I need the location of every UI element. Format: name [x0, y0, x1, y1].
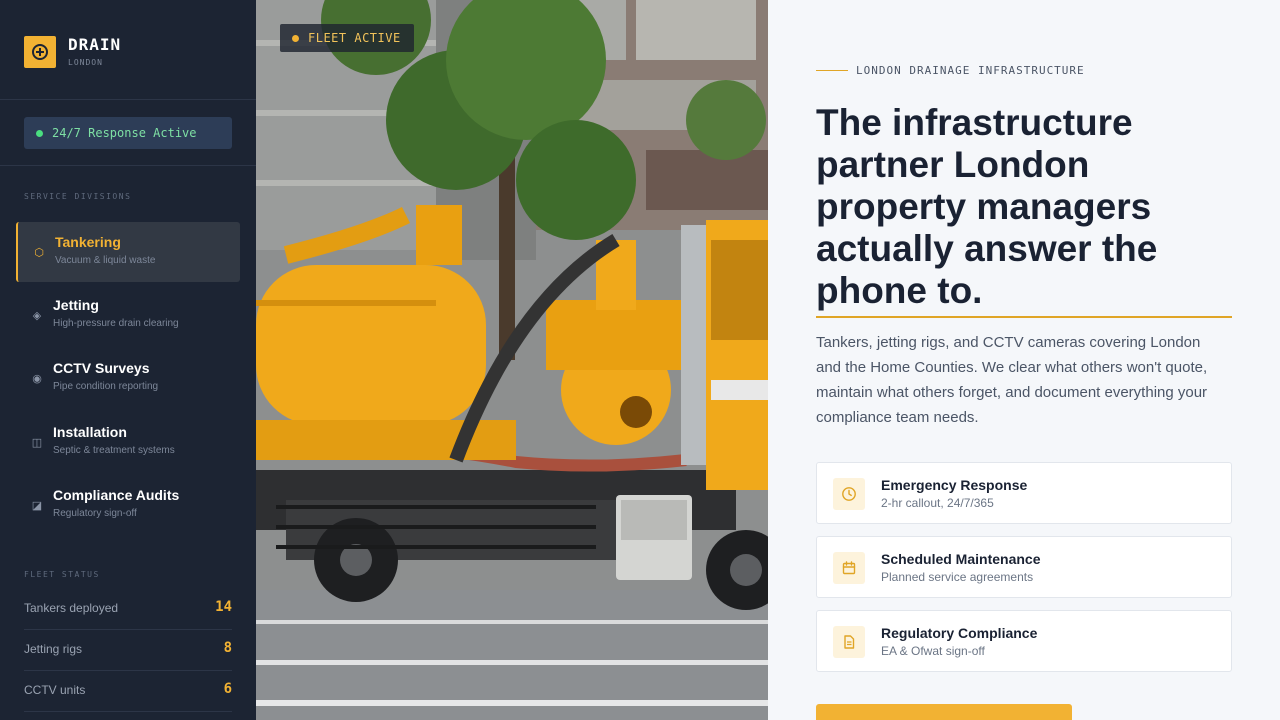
fleet-active-badge: FLEET ACTIVE [280, 24, 414, 52]
status-dot-icon [292, 34, 299, 42]
eyebrow-rule [816, 70, 848, 71]
sidebar-item-title: Installation [53, 424, 127, 440]
document-icon [833, 626, 865, 658]
sidebar-item-installation[interactable]: ◫ Installation Septic & treatment system… [16, 412, 240, 472]
brand-header: DRAIN LONDON [0, 0, 256, 100]
sidebar-item-desc: Pipe condition reporting [53, 381, 159, 392]
sidebar-item-desc: Vacuum & liquid waste [55, 255, 156, 266]
fleet-value: 6 [223, 681, 232, 697]
status-dot-icon [36, 129, 43, 137]
sidebar-item-tankering[interactable]: ⬡ Tankering Vacuum & liquid waste [16, 222, 240, 282]
eyebrow-text: LONDON DRAINAGE INFRASTRUCTURE [856, 64, 1085, 77]
sidebar: DRAIN LONDON 24/7 Response Active SERVIC… [0, 0, 256, 720]
feature-title: Regulatory Compliance [881, 625, 1038, 641]
brand-name[interactable]: DRAIN [68, 35, 121, 54]
sidebar-item-cctv-surveys[interactable]: ◉ CCTV Surveys Pipe condition reporting [16, 348, 240, 408]
sidebar-item-title: Tankering [55, 234, 121, 250]
fleet-value: 14 [215, 599, 232, 615]
fleet-active-text: FLEET ACTIVE [308, 31, 401, 45]
response-status-badge: 24/7 Response Active [24, 117, 232, 149]
divisions-section-label: SERVICE DIVISIONS [24, 192, 132, 201]
fleet-label: Jetting rigs [24, 642, 83, 656]
calendar-icon [833, 552, 865, 584]
feature-title: Scheduled Maintenance [881, 551, 1041, 567]
diamond-icon: ◈ [32, 310, 42, 322]
sidebar-item-title: CCTV Surveys [53, 360, 150, 376]
cta-button[interactable] [816, 704, 1072, 720]
status-section: 24/7 Response Active [0, 100, 256, 166]
page-title: The infrastructure partner London proper… [816, 102, 1158, 311]
feature-desc: Planned service agreements [881, 570, 1034, 584]
feature-card-compliance[interactable]: Regulatory Compliance EA & Ofwat sign-of… [816, 610, 1232, 672]
clipboard-icon: ◪ [31, 500, 43, 512]
sidebar-item-title: Jetting [53, 297, 99, 313]
sidebar-item-desc: Regulatory sign-off [53, 508, 137, 519]
fleet-row-jetting: Jetting rigs 8 [24, 630, 232, 671]
clock-icon [833, 478, 865, 510]
fleet-photo: FLEET ACTIVE [256, 0, 768, 720]
sidebar-item-compliance-audits[interactable]: ◪ Compliance Audits Regulatory sign-off [16, 475, 240, 535]
sidebar-item-desc: Septic & treatment systems [53, 445, 175, 456]
fleet-row-tankers: Tankers deployed 14 [24, 589, 232, 630]
feature-title: Emergency Response [881, 477, 1028, 493]
headline-divider [816, 316, 1232, 318]
feature-desc: EA & Ofwat sign-off [881, 644, 985, 658]
tank-icon: ◫ [31, 437, 43, 449]
response-status-text: 24/7 Response Active [52, 126, 197, 140]
hero-content: LONDON DRAINAGE INFRASTRUCTURE The infra… [768, 0, 1280, 720]
tanker-truck-illustration [256, 0, 768, 720]
feature-card-maintenance[interactable]: Scheduled Maintenance Planned service ag… [816, 536, 1232, 598]
brand-subtitle: LONDON [68, 58, 103, 67]
fleet-label: Tankers deployed [24, 601, 119, 615]
fleet-value: 8 [223, 640, 232, 656]
fleet-row-cctv: CCTV units 6 [24, 671, 232, 712]
sidebar-item-jetting[interactable]: ◈ Jetting High-pressure drain clearing [16, 285, 240, 345]
sidebar-item-desc: High-pressure drain clearing [53, 318, 179, 329]
feature-desc: 2-hr callout, 24/7/365 [881, 496, 994, 510]
camera-lens-icon: ◉ [32, 373, 42, 385]
fleet-section-label: FLEET STATUS [24, 570, 100, 579]
fleet-label: CCTV units [24, 683, 86, 697]
hexagon-icon: ⬡ [34, 247, 44, 259]
sidebar-item-title: Compliance Audits [53, 487, 180, 503]
hero-description: Tankers, jetting rigs, and CCTV cameras … [816, 334, 1208, 426]
eyebrow: LONDON DRAINAGE INFRASTRUCTURE [816, 64, 1085, 77]
feature-card-emergency[interactable]: Emergency Response 2-hr callout, 24/7/36… [816, 462, 1232, 524]
brand-logo-icon[interactable] [24, 36, 56, 68]
